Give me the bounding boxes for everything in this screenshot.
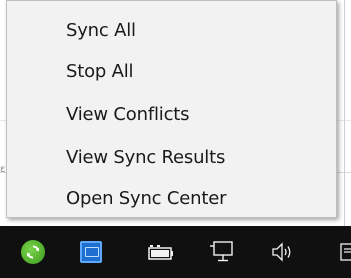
taskbar	[0, 226, 351, 278]
menu-item-view-sync-results[interactable]: View Sync Results	[7, 138, 336, 178]
app-tray-icon[interactable]	[76, 226, 106, 278]
background-window-edge	[344, 0, 345, 226]
action-center-icon[interactable]	[334, 226, 351, 278]
menu-item-view-conflicts[interactable]: View Conflicts	[7, 95, 336, 135]
volume-icon[interactable]	[266, 226, 300, 278]
background-partial-text: ε	[0, 164, 6, 175]
network-icon[interactable]	[206, 226, 242, 278]
battery-icon[interactable]	[144, 226, 180, 278]
menu-item-sync-all[interactable]: Sync All	[7, 11, 336, 51]
sync-center-icon[interactable]	[18, 226, 48, 278]
menu-item-stop-all[interactable]: Stop All	[7, 52, 336, 92]
sync-center-context-menu: Sync All Stop All View Conflicts View Sy…	[6, 0, 337, 218]
menu-item-open-sync-center[interactable]: Open Sync Center	[7, 179, 336, 219]
